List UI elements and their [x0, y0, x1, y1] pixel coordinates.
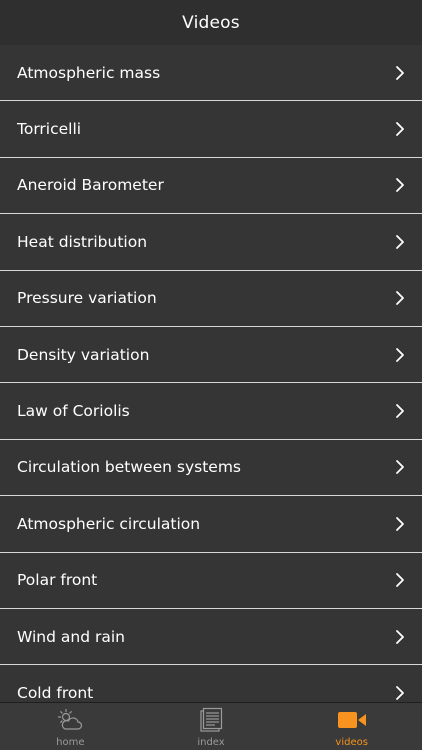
chevron-right-icon — [390, 570, 410, 590]
list-item-label: Heat distribution — [17, 232, 148, 251]
list-item-label: Aneroid Barometer — [17, 176, 164, 195]
tab-label: videos — [335, 737, 368, 748]
list-item-label: Wind and rain — [17, 627, 125, 646]
list-item-label: Polar front — [17, 571, 98, 590]
list-item-video[interactable]: Aneroid Barometer — [0, 157, 422, 215]
chevron-right-icon — [390, 457, 410, 477]
list-item-video[interactable]: Heat distribution — [0, 214, 422, 271]
chevron-right-icon — [390, 683, 410, 702]
list-item-label: Pressure variation — [17, 289, 157, 308]
chevron-right-icon — [390, 175, 410, 195]
chevron-right-icon — [390, 627, 410, 647]
list-item-video[interactable]: Circulation between systems — [0, 439, 422, 497]
list-item-video[interactable]: Density variation — [0, 326, 422, 384]
list-item-video[interactable]: Law of Coriolis — [0, 383, 422, 440]
tab-label: index — [197, 737, 225, 748]
tab-videos[interactable]: videos — [281, 703, 422, 750]
chevron-right-icon — [390, 288, 410, 308]
tab-home[interactable]: home — [0, 703, 141, 750]
list-item-video[interactable]: Pressure variation — [0, 270, 422, 327]
video-camera-icon — [337, 707, 367, 733]
list-item-video[interactable]: Atmospheric circulation — [0, 496, 422, 553]
list-item-label: Atmospheric mass — [17, 63, 161, 82]
tab-label: home — [56, 737, 85, 748]
list-item-label: Atmospheric circulation — [17, 514, 201, 533]
chevron-right-icon — [390, 401, 410, 421]
chevron-right-icon — [390, 119, 410, 139]
tab-index[interactable]: index — [141, 703, 282, 750]
weather-icon — [55, 707, 85, 733]
chevron-right-icon — [390, 514, 410, 534]
list-item-label: Torricelli — [17, 120, 82, 139]
list-item-video[interactable]: Wind and rain — [0, 608, 422, 666]
list-item-label: Cold front — [17, 683, 94, 702]
video-list[interactable]: Atmospheric mass Torricelli Aneroid Baro… — [0, 45, 422, 702]
list-item-label: Circulation between systems — [17, 458, 241, 477]
list-item-video[interactable]: Cold front — [0, 665, 422, 702]
list-item-label: Density variation — [17, 345, 150, 364]
tab-bar: home index videos — [0, 702, 422, 750]
chevron-right-icon — [390, 345, 410, 365]
list-item-video[interactable]: Torricelli — [0, 101, 422, 158]
app-window: Videos Atmospheric mass Torricelli Anero… — [0, 0, 422, 750]
list-item-video[interactable]: Atmospheric mass — [0, 45, 422, 102]
list-item-video[interactable]: Polar front — [0, 552, 422, 609]
page-title: Videos — [182, 12, 240, 33]
navigation-bar: Videos — [0, 0, 422, 46]
document-icon — [196, 707, 226, 733]
chevron-right-icon — [390, 232, 410, 252]
list-item-label: Law of Coriolis — [17, 402, 130, 421]
chevron-right-icon — [390, 63, 410, 83]
